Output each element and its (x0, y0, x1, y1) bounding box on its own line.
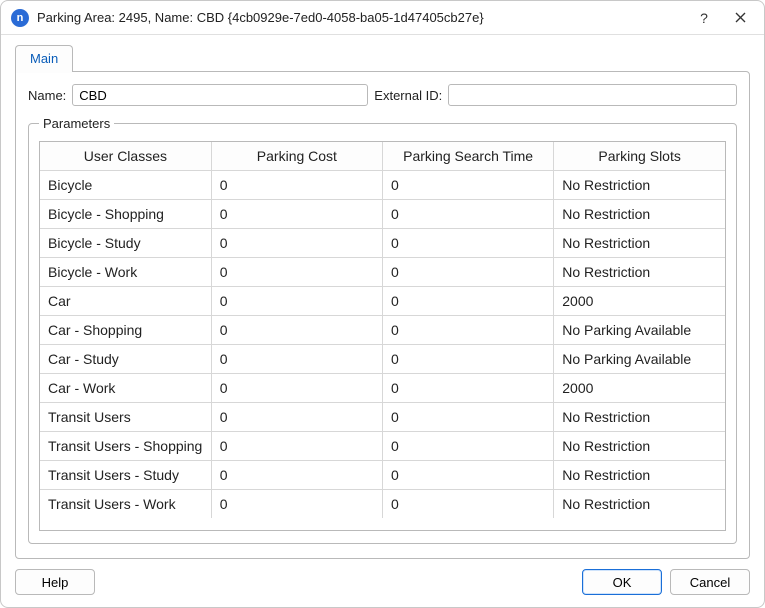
titlebar: n Parking Area: 2495, Name: CBD {4cb0929… (1, 1, 764, 35)
cell-search_time[interactable]: 0 (383, 200, 554, 229)
col-header-search-time[interactable]: Parking Search Time (383, 142, 554, 171)
col-header-user-classes[interactable]: User Classes (40, 142, 211, 171)
cell-slots[interactable]: 2000 (554, 374, 725, 403)
cell-slots[interactable]: No Restriction (554, 200, 725, 229)
cell-slots[interactable]: No Restriction (554, 403, 725, 432)
cell-cost[interactable]: 0 (211, 374, 382, 403)
cell-cost[interactable]: 0 (211, 316, 382, 345)
cell-slots[interactable]: No Restriction (554, 490, 725, 519)
cell-user_class[interactable]: Car (40, 287, 211, 316)
ok-button[interactable]: OK (582, 569, 662, 595)
cell-search_time[interactable]: 0 (383, 345, 554, 374)
table-row[interactable]: Transit Users - Work00No Restriction (40, 490, 725, 519)
table-row[interactable]: Car - Shopping00No Parking Available (40, 316, 725, 345)
external-id-input[interactable] (448, 84, 737, 106)
cell-user_class[interactable]: Bicycle (40, 171, 211, 200)
help-button[interactable]: Help (15, 569, 95, 595)
cell-user_class[interactable]: Car - Work (40, 374, 211, 403)
cell-user_class[interactable]: Bicycle - Work (40, 258, 211, 287)
table-row[interactable]: Car - Study00No Parking Available (40, 345, 725, 374)
cell-user_class[interactable]: Bicycle - Study (40, 229, 211, 258)
cell-search_time[interactable]: 0 (383, 258, 554, 287)
window-title: Parking Area: 2495, Name: CBD {4cb0929e-… (37, 10, 686, 25)
cell-search_time[interactable]: 0 (383, 432, 554, 461)
cell-user_class[interactable]: Bicycle - Shopping (40, 200, 211, 229)
parameters-legend: Parameters (39, 116, 114, 131)
tab-bar: Main (15, 45, 750, 72)
cell-search_time[interactable]: 0 (383, 403, 554, 432)
form-row: Name: External ID: (28, 84, 737, 106)
cell-search_time[interactable]: 0 (383, 461, 554, 490)
cell-cost[interactable]: 0 (211, 403, 382, 432)
cell-slots[interactable]: No Parking Available (554, 345, 725, 374)
table-row[interactable]: Transit Users00No Restriction (40, 403, 725, 432)
cell-cost[interactable]: 0 (211, 258, 382, 287)
cell-search_time[interactable]: 0 (383, 229, 554, 258)
table-row[interactable]: Transit Users - Study00No Restriction (40, 461, 725, 490)
cell-cost[interactable]: 0 (211, 171, 382, 200)
dialog: n Parking Area: 2495, Name: CBD {4cb0929… (0, 0, 765, 608)
table-row[interactable]: Transit Users - Shopping00No Restriction (40, 432, 725, 461)
table-row[interactable]: Bicycle - Shopping00No Restriction (40, 200, 725, 229)
cell-slots[interactable]: No Parking Available (554, 316, 725, 345)
name-label: Name: (28, 88, 66, 103)
tab-pane-main: Name: External ID: Parameters User Class… (15, 71, 750, 559)
col-header-parking-cost[interactable]: Parking Cost (211, 142, 382, 171)
cell-cost[interactable]: 0 (211, 287, 382, 316)
cell-cost[interactable]: 0 (211, 461, 382, 490)
cancel-button[interactable]: Cancel (670, 569, 750, 595)
cell-slots[interactable]: No Restriction (554, 258, 725, 287)
cell-user_class[interactable]: Car - Study (40, 345, 211, 374)
cell-slots[interactable]: No Restriction (554, 229, 725, 258)
cell-slots[interactable]: No Restriction (554, 432, 725, 461)
table-header-row: User Classes Parking Cost Parking Search… (40, 142, 725, 171)
cell-cost[interactable]: 0 (211, 490, 382, 519)
table-row[interactable]: Bicycle00No Restriction (40, 171, 725, 200)
external-id-label: External ID: (374, 88, 442, 103)
name-input[interactable] (72, 84, 368, 106)
cell-search_time[interactable]: 0 (383, 374, 554, 403)
tab-main[interactable]: Main (15, 45, 73, 72)
table-row[interactable]: Bicycle - Work00No Restriction (40, 258, 725, 287)
parameters-table-wrap: User Classes Parking Cost Parking Search… (39, 141, 726, 531)
cell-user_class[interactable]: Car - Shopping (40, 316, 211, 345)
cell-user_class[interactable]: Transit Users - Work (40, 490, 211, 519)
cell-cost[interactable]: 0 (211, 229, 382, 258)
help-icon[interactable]: ? (686, 4, 722, 32)
cell-search_time[interactable]: 0 (383, 171, 554, 200)
client-area: Main Name: External ID: Parameters (1, 35, 764, 559)
cell-cost[interactable]: 0 (211, 200, 382, 229)
col-header-parking-slots[interactable]: Parking Slots (554, 142, 725, 171)
cell-slots[interactable]: 2000 (554, 287, 725, 316)
table-row[interactable]: Bicycle - Study00No Restriction (40, 229, 725, 258)
app-icon: n (11, 9, 29, 27)
cell-search_time[interactable]: 0 (383, 287, 554, 316)
cell-cost[interactable]: 0 (211, 432, 382, 461)
table-row[interactable]: Car002000 (40, 287, 725, 316)
cell-user_class[interactable]: Transit Users (40, 403, 211, 432)
close-icon[interactable] (722, 4, 758, 32)
parameters-group: Parameters User Classes Parking Cost Par… (28, 116, 737, 544)
dialog-footer: Help OK Cancel (1, 559, 764, 607)
cell-search_time[interactable]: 0 (383, 490, 554, 519)
cell-search_time[interactable]: 0 (383, 316, 554, 345)
cell-slots[interactable]: No Restriction (554, 461, 725, 490)
table-row[interactable]: Car - Work002000 (40, 374, 725, 403)
parameters-table[interactable]: User Classes Parking Cost Parking Search… (40, 142, 725, 518)
cell-user_class[interactable]: Transit Users - Shopping (40, 432, 211, 461)
cell-slots[interactable]: No Restriction (554, 171, 725, 200)
cell-user_class[interactable]: Transit Users - Study (40, 461, 211, 490)
cell-cost[interactable]: 0 (211, 345, 382, 374)
